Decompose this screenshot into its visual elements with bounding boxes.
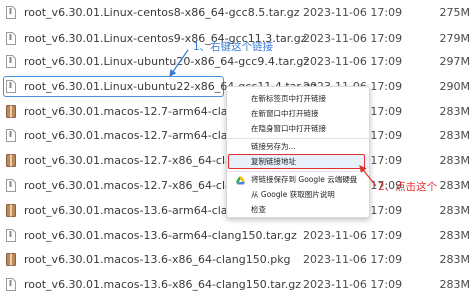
context-menu: 在新标签页中打开链接 在新窗口中打开链接 在隐身窗口中打开链接 链接另存为...… — [226, 86, 370, 218]
file-size: 283M — [439, 229, 471, 242]
file-size: 283M — [439, 204, 471, 217]
menu-item-open-new-tab[interactable]: 在新标签页中打开链接 — [227, 92, 369, 106]
archive-file-icon — [6, 129, 16, 142]
menu-item-google-image-description[interactable]: 从 Google 获取图片说明 — [227, 188, 369, 202]
file-date: 2023-11-06 17:09 — [303, 229, 403, 242]
menu-item-label: 链接另存为... — [251, 142, 296, 151]
menu-item-label: 在隐身窗口中打开链接 — [251, 124, 326, 133]
package-file-icon — [6, 105, 16, 118]
menu-item-open-new-window[interactable]: 在新窗口中打开链接 — [227, 107, 369, 121]
file-row[interactable]: root_v6.30.01.Linux-ubuntu20-x86_64-gcc9… — [0, 51, 474, 73]
menu-item-label: 检查 — [251, 205, 266, 214]
package-file-icon — [6, 253, 16, 266]
menu-item-label: 在新窗口中打开链接 — [251, 109, 319, 118]
file-size: 283M — [439, 105, 471, 118]
file-name-link[interactable]: root_v6.30.01.macos-13.6-x86_64-clang150… — [24, 274, 301, 296]
file-name-link[interactable]: root_v6.30.01.Linux-centos8-x86_64-gcc8.… — [24, 2, 300, 24]
file-size: 297M — [439, 55, 471, 68]
annotation-step2: 2、点击这个 — [378, 181, 438, 193]
menu-item-open-incognito[interactable]: 在隐身窗口中打开链接 — [227, 122, 369, 136]
package-file-icon — [6, 204, 16, 217]
file-row[interactable]: root_v6.30.01.macos-13.6-arm64-clang150.… — [0, 225, 474, 247]
file-date: 2023-11-06 17:09 — [303, 6, 403, 19]
menu-separator — [227, 138, 369, 139]
menu-separator — [227, 171, 369, 172]
archive-file-icon — [6, 6, 16, 19]
menu-item-label: 将链接保存到 Google 云端硬盘 — [251, 175, 358, 184]
file-size: 275M — [439, 6, 471, 19]
menu-item-label: 复制链接地址 — [251, 157, 296, 166]
menu-item-label: 从 Google 获取图片说明 — [251, 190, 335, 199]
file-name-link[interactable]: root_v6.30.01.macos-13.6-x86_64-clang150… — [24, 249, 291, 271]
menu-item-save-to-google-drive[interactable]: 将链接保存到 Google 云端硬盘 — [227, 173, 369, 187]
file-size: 279M — [439, 32, 471, 45]
file-size: 283M — [439, 179, 471, 192]
file-row[interactable]: root_v6.30.01.macos-13.6-x86_64-clang150… — [0, 249, 474, 271]
archive-file-icon — [6, 179, 16, 192]
menu-item-save-link-as[interactable]: 链接另存为... — [227, 140, 369, 154]
archive-file-icon — [6, 229, 16, 242]
annotation-step1: 1、右键这个链接 — [193, 41, 274, 53]
file-size: 283M — [439, 278, 471, 291]
file-row[interactable]: root_v6.30.01.Linux-centos8-x86_64-gcc8.… — [0, 2, 474, 24]
file-name-link[interactable]: root_v6.30.01.Linux-ubuntu20-x86_64-gcc9… — [24, 51, 309, 73]
menu-item-inspect[interactable]: 检查 — [227, 203, 369, 217]
google-drive-icon — [236, 176, 245, 185]
file-name-link[interactable]: root_v6.30.01.macos-13.6-arm64-clang150.… — [24, 225, 297, 247]
package-file-icon — [6, 154, 16, 167]
archive-file-icon — [6, 278, 16, 291]
menu-item-label: 在新标签页中打开链接 — [251, 94, 326, 103]
file-size: 283M — [439, 253, 471, 266]
archive-file-icon — [6, 55, 16, 68]
file-date: 2023-11-06 17:09 — [303, 32, 403, 45]
file-date: 2023-11-06 17:09 — [303, 55, 403, 68]
file-date: 2023-11-06 17:09 — [303, 278, 403, 291]
file-date: 2023-11-06 17:09 — [303, 253, 403, 266]
file-size: 283M — [439, 154, 471, 167]
menu-item-copy-link-address[interactable]: 复制链接地址 — [227, 154, 369, 169]
file-row[interactable]: root_v6.30.01.macos-13.6-x86_64-clang150… — [0, 274, 474, 296]
file-size: 290M — [439, 80, 471, 93]
archive-file-icon — [6, 32, 16, 45]
archive-file-icon — [6, 80, 16, 93]
file-size: 283M — [439, 129, 471, 142]
